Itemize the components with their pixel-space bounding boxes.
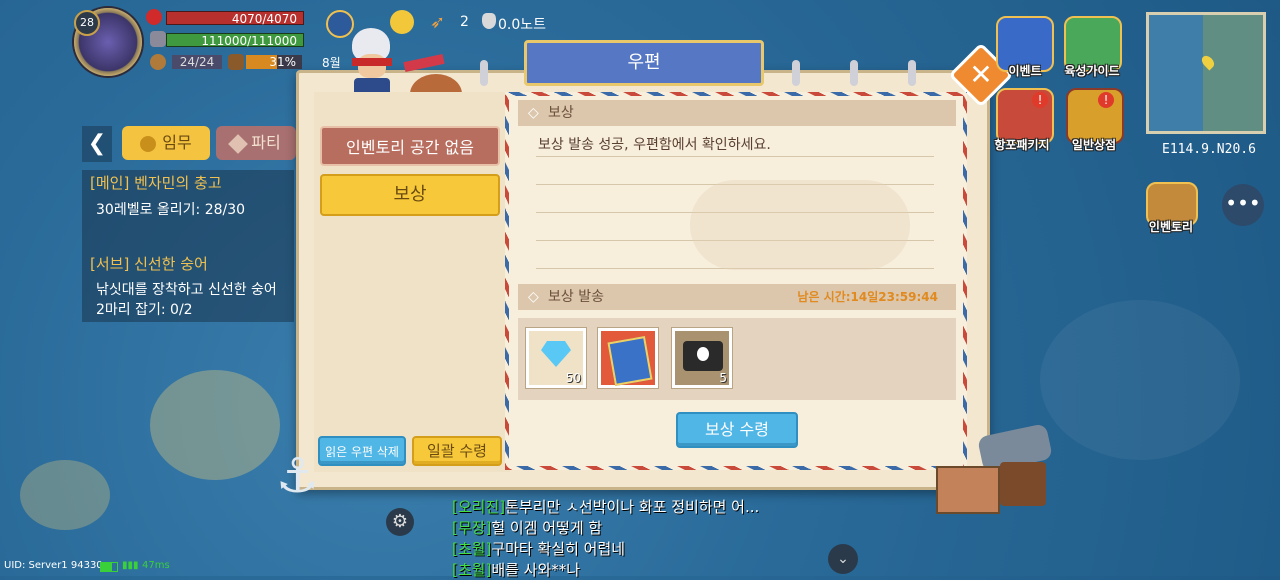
tab-quest[interactable]: 임무 [122,126,210,160]
chat-tag: [초월] [452,540,492,558]
notification-badge: ! [1098,92,1114,108]
diamond-icon [541,341,571,367]
divider [536,156,934,157]
slot-count: 50 [565,371,581,385]
diamond-bullet-icon: ◇ [528,105,539,121]
reward-section-header: ◇ 보상 [518,100,956,126]
pirate-flag-icon [683,341,723,371]
hp-bar: 4070/4070 [166,11,304,26]
food-icon [150,54,166,70]
crate-icon [936,466,1000,514]
speed-knots: 0.0노트 [498,17,547,33]
anchor-icon[interactable]: ⚓ [276,446,326,506]
chat-line: [초월]구마타 확실히 어렵네 [452,538,759,559]
reward-slot-diamond[interactable]: 50 [526,328,586,388]
date-partial: 8월 [322,56,341,70]
tab-quest-label: 임무 [162,133,192,152]
chat-log[interactable]: [오리진]톤부리만 ㅅ선박이나 화포 정비하면 어... [무장]헐 이겜 어떻… [452,496,759,580]
main-quest-title[interactable]: [메인] 벤자민의 충고 [90,172,222,193]
tab-party-label: 파티 [251,133,281,152]
ocean-wave [1040,300,1240,460]
chat-text: 헐 이겜 어떻게 함 [491,519,603,537]
delete-read-mail-button[interactable]: 읽은 우편 삭제 [318,436,406,466]
chat-line: [오리진]톤부리만 ㅅ선박이나 화포 정비하면 어... [452,496,759,517]
reward-section-label: 보상 [548,105,574,121]
shield-icon [228,133,249,154]
settings-gear-icon[interactable]: ⚙ [386,508,414,536]
barrel-icon [228,54,244,70]
mail-item-reward[interactable]: 보상 [320,174,500,216]
reward-slot-flag[interactable]: 5 [672,328,732,388]
claim-reward-button[interactable]: 보상 수령 [676,412,798,448]
ammo-bar: 31% [246,55,302,69]
chat-tag: [오리진] [452,498,506,516]
arrow-icon: ➶ [430,12,446,33]
chat-text: 구마타 확실히 어렵네 [491,540,626,558]
book-icon [607,336,653,386]
chat-tag: [무장] [452,519,492,537]
binder-ring [908,60,916,86]
uid-text: UID: Server1 94330 [4,560,103,571]
signal-icon: ▮▮▮ [122,560,139,571]
cloud-decoration [690,180,910,270]
food-counter: 24/24 [172,55,222,69]
leaf-icon [140,135,157,152]
binder-ring [850,60,858,86]
binder-ring [792,60,800,86]
dialog-title: 우편 [524,40,764,86]
chat-line: [초월]배를 사와**나 [452,559,759,580]
chat-text: 배를 사와**나 [491,561,581,579]
battery-icon [100,562,118,572]
sub-quest-desc-2[interactable]: 2마리 잡기: 0/2 [96,299,193,319]
guide-label[interactable]: 육성가이드 [1054,62,1130,79]
cannon-base [1000,462,1046,506]
main-quest-desc[interactable]: 30레벨로 올리기: 28/30 [96,199,245,219]
inventory-full-button[interactable]: 인벤토리 공간 없음 [320,126,500,166]
event-label[interactable]: 이벤트 [990,62,1060,79]
reward-slot-book[interactable] [598,328,658,388]
land-area [1203,15,1263,131]
chat-line: [무장]헐 이겜 어떻게 함 [452,517,759,538]
shop-label[interactable]: 일반상점 [1058,136,1130,153]
tab-party[interactable]: 파티 [216,126,296,160]
collapse-arrow-button[interactable]: ❮ [82,126,112,162]
ping-text: 47ms [142,560,170,571]
heart-icon [146,9,162,25]
claim-all-button[interactable]: 일괄 수령 [412,436,502,466]
send-section-header: ◇ 보상 발송 남은 시간:14일23:59:44 [518,284,956,310]
chat-text: 톤부리만 ㅅ선박이나 화포 정비하면 어... [505,498,760,516]
chat-tag: [초월] [452,561,492,579]
time-left-text: 남은 시간:14일23:59:44 [797,290,938,304]
diamond-bullet-icon: ◇ [528,289,539,305]
more-menu-button[interactable]: ••• [1222,184,1264,226]
hammer-icon [150,31,166,47]
notification-badge: ! [1032,92,1048,108]
send-section-label: 보상 발송 [548,289,604,305]
durability-bar: 111000/111000 [166,33,304,48]
sub-quest-title[interactable]: [서브] 신선한 숭어 [90,253,208,274]
sub-quest-desc-1[interactable]: 낚싯대를 장착하고 신선한 숭어 [96,279,277,299]
package-label[interactable]: 항포패키지 [986,136,1058,153]
island-shoal [150,370,280,480]
inventory-label[interactable]: 인벤토리 [1136,218,1206,235]
coordinates: E114.9.N20.6 [1162,142,1256,157]
island-shoal [20,460,110,530]
minimap[interactable] [1146,12,1266,134]
sail-icon [482,13,496,29]
energy-count: 2 [460,14,469,30]
binder-ring [480,60,488,86]
slot-count: 5 [719,371,727,385]
chevron-down-icon[interactable]: ⌄ [828,544,858,574]
player-level-badge: 28 [74,10,100,36]
reward-message: 보상 발송 성공, 우편함에서 확인하세요. [538,137,771,153]
